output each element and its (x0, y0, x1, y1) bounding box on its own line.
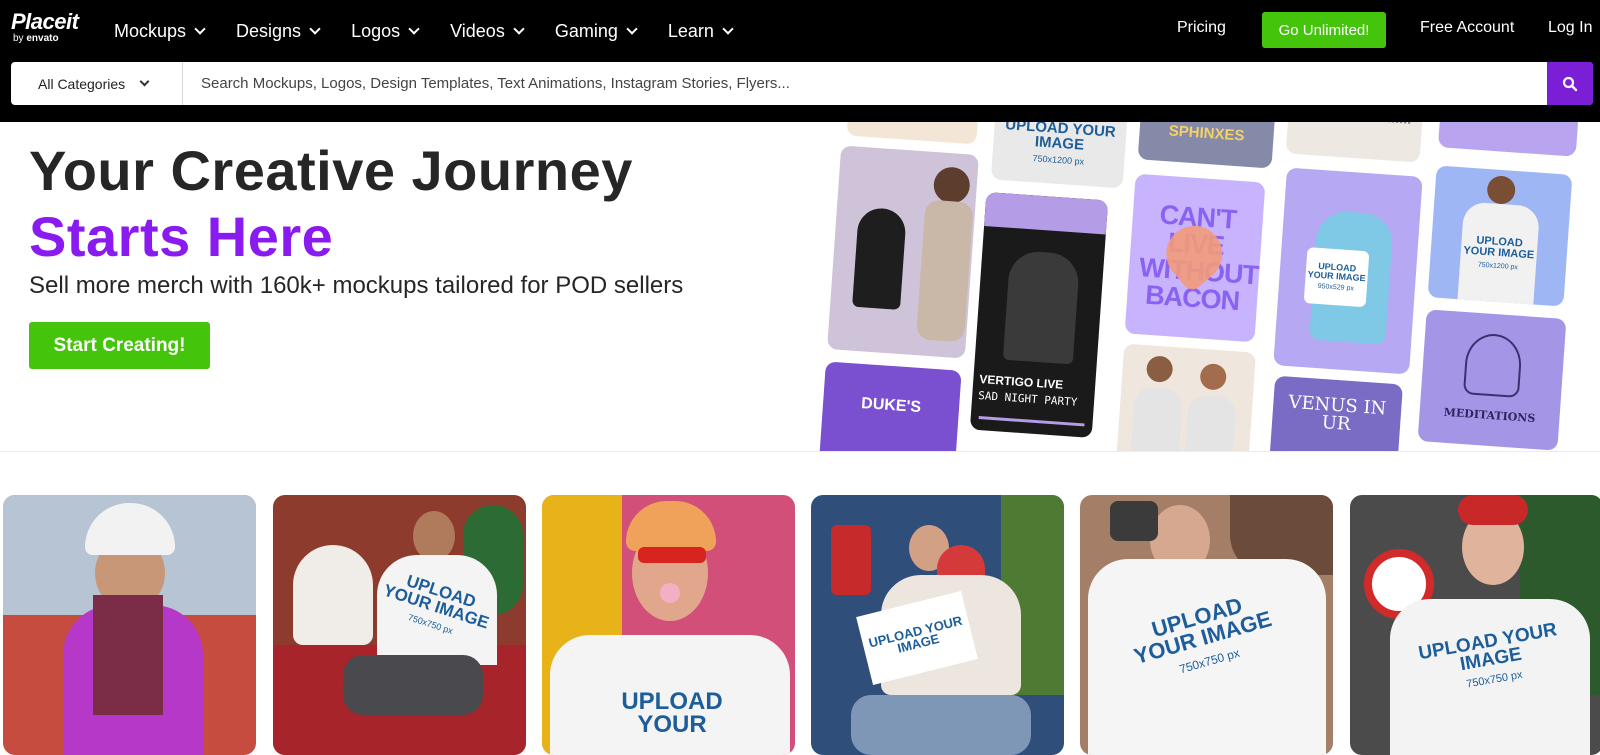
placeit-logo[interactable]: Placeit by envato (11, 11, 83, 47)
nav-label: Videos (450, 20, 505, 41)
nav-item-logos[interactable]: Logos (351, 16, 420, 46)
chevron-down-icon (408, 22, 420, 35)
sphinxes-text: SPHINXES (1168, 122, 1246, 145)
product-card[interactable]: UPLOAD YOUR IMAGE 750x750 px (1350, 495, 1600, 755)
camera-icon (1110, 501, 1158, 541)
meditations-text: MEDITATIONS (1443, 405, 1536, 425)
chevron-down-icon (309, 22, 321, 35)
nav-label: Learn (667, 20, 714, 41)
nav-item-designs[interactable]: Designs (236, 16, 321, 46)
go-unlimited-button[interactable]: Go Unlimited! (1262, 12, 1386, 48)
upload-tshirt-text: UPLOAD YOUR IMAGE 750x1200 px (1004, 122, 1117, 167)
nav-item-videos[interactable]: Videos (450, 16, 525, 46)
orange-hair (626, 501, 716, 551)
red-bow (1458, 495, 1528, 525)
chevron-down-icon (194, 22, 206, 35)
vertigo-top-band (984, 192, 1109, 235)
search-icon (1562, 76, 1578, 91)
plaid-scarf (93, 595, 163, 715)
collage-tile-top-left[interactable] (846, 122, 980, 145)
man-head (1486, 175, 1517, 205)
collage-tile-venus[interactable]: VENUS IN UR (1269, 375, 1403, 451)
dog-shape (293, 545, 373, 645)
jeans (851, 695, 1031, 755)
collage-tile-mug[interactable]: UPLOAD YOUR IMAGE 950x529 px (1273, 167, 1423, 375)
bubblegum (660, 583, 680, 603)
top-navigation-bar: Placeit by envato Mockups Designs Logos … (0, 0, 1600, 122)
dukes-text: DUKE'S (860, 394, 922, 417)
hoodie-person-right (1183, 394, 1237, 451)
logo-by-text: by (13, 33, 24, 44)
nav-label: Logos (351, 20, 401, 41)
woman-head (932, 166, 971, 205)
product-card[interactable]: UPLOAD YOUR IMAGE 750x750 px (273, 495, 526, 755)
hoodie-person-left (1129, 386, 1184, 451)
chevron-down-icon (626, 22, 638, 35)
nav-item-gaming[interactable]: Gaming (554, 16, 638, 46)
upload-text: UPLOAD YOUR (621, 688, 723, 738)
video-progress-bar (978, 416, 1085, 427)
collage-tile-top-right[interactable] (1437, 122, 1581, 157)
collage-tile-sphinxes[interactable]: SPHINXES (1137, 122, 1277, 169)
dog-silhouette (852, 206, 907, 310)
pricing-link[interactable]: Pricing (1177, 19, 1226, 37)
collage-tile-man-tshirt[interactable]: UPLOAD YOUR IMAGE 750x1200 px (1427, 165, 1573, 307)
upload-man-text: UPLOAD YOUR IMAGE 750x1200 px (1463, 234, 1535, 272)
nav-label: Gaming (554, 20, 618, 41)
search-button[interactable] (1547, 62, 1593, 105)
hero-subtitle: Sell more merch with 160k+ mockups tailo… (29, 272, 684, 299)
model-face (413, 511, 455, 561)
nav-item-learn[interactable]: Learn (667, 16, 734, 46)
upload-text: UPLOAD YOUR IMAGE (867, 612, 964, 656)
collage-tile-ticket[interactable] (1285, 122, 1425, 163)
stocking (831, 525, 871, 595)
red-sunglasses (638, 547, 706, 563)
vertigo-text-block: VERTIGO LIVE SAD NIGHT PARTY (978, 370, 1090, 412)
venus-text: VENUS IN UR (1287, 391, 1387, 435)
vertigo-person (1002, 249, 1081, 365)
hero-section: Your Creative Journey Starts Here Sell m… (0, 122, 1600, 452)
face-left (1145, 355, 1174, 383)
product-card[interactable]: UPLOAD YOUR IMAGE 750x750 px (1080, 495, 1333, 755)
hero-title-line2: Starts Here (29, 205, 334, 268)
logo-byline: by envato (13, 33, 83, 45)
collage-tile-couple-hoodies[interactable] (1115, 343, 1257, 451)
main-nav: Mockups Designs Logos Videos Gaming Lear… (114, 16, 734, 46)
hands-illustration (1462, 332, 1524, 398)
collage-tile-meditations[interactable]: MEDITATIONS (1417, 309, 1567, 451)
chevron-down-icon (139, 76, 150, 87)
product-card[interactable]: UPLOAD YOUR IMAGE (811, 495, 1064, 755)
mug-shape: UPLOAD YOUR IMAGE 950x529 px (1303, 247, 1370, 308)
search-bar: All Categories (11, 62, 1593, 105)
ticket-lines (1300, 122, 1411, 124)
nav-label: Designs (236, 20, 302, 41)
collage-tile-bacon[interactable]: CAN'T LIVE WITHOUT BACON (1124, 173, 1266, 343)
collage-tile-dog-photo[interactable] (827, 145, 979, 359)
category-select[interactable]: All Categories (11, 62, 183, 105)
chevron-down-icon (722, 22, 734, 35)
free-account-link[interactable]: Free Account (1420, 19, 1514, 37)
leggings (343, 655, 483, 715)
upload-mug-text: UPLOAD YOUR IMAGE 950x529 px (1307, 260, 1366, 293)
nav-item-mockups[interactable]: Mockups (114, 16, 206, 46)
woman-body (915, 199, 974, 343)
product-grid: UPLOAD YOUR IMAGE 750x750 px UPLOAD YOUR … (0, 495, 1600, 755)
logo-wordmark: Placeit (11, 9, 79, 34)
product-card[interactable] (3, 495, 256, 755)
collage-tile-tshirt[interactable]: UPLOAD YOUR IMAGE 750x1200 px (990, 122, 1130, 189)
login-link[interactable]: Log In (1548, 19, 1592, 37)
collage-tile-dukes[interactable]: DUKE'S (818, 361, 962, 451)
category-select-label: All Categories (38, 75, 126, 92)
logo-brand-text: envato (26, 33, 59, 44)
face-right (1199, 362, 1228, 391)
collage-tile-vertigo-live[interactable]: VERTIGO LIVE SAD NIGHT PARTY (969, 192, 1109, 438)
nav-label: Mockups (114, 20, 187, 41)
man-tshirt: UPLOAD YOUR IMAGE 750x1200 px (1457, 201, 1541, 307)
hero-title-line1: Your Creative Journey (29, 139, 633, 202)
search-input[interactable] (184, 62, 1547, 105)
chevron-down-icon (513, 22, 525, 35)
hero-collage: DUKE'S UPLOAD YOUR IMAGE 750x1200 px VERT… (818, 122, 1600, 451)
start-creating-button[interactable]: Start Creating! (29, 322, 210, 369)
product-card[interactable]: UPLOAD YOUR (542, 495, 795, 755)
